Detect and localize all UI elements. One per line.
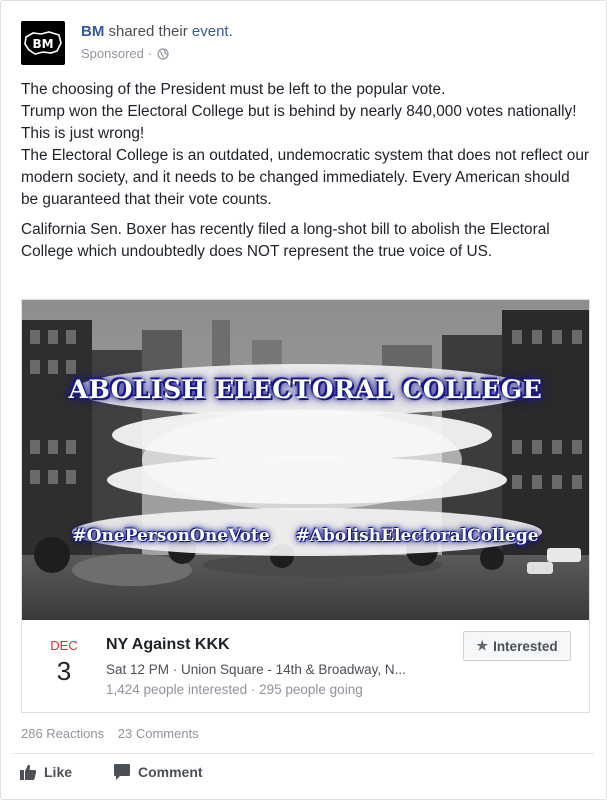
event-title-link[interactable]: NY Against KKK (106, 636, 230, 654)
image-hashtags: #OnePersonOneVote #AbolishElectoralColle… (22, 526, 589, 546)
comment-label: Comment (138, 764, 203, 780)
event-card[interactable]: ABOLISH ELECTORAL COLLEGE #OnePersonOneV… (21, 299, 590, 713)
post-author-line: BM shared their event. (81, 23, 233, 40)
globe-icon[interactable] (157, 48, 170, 60)
like-button[interactable]: Like (19, 763, 72, 781)
svg-text:BM: BM (32, 37, 53, 51)
interested-button[interactable]: ★ Interested (463, 631, 571, 661)
sponsored-line: Sponsored · (81, 46, 170, 61)
event-date-month: DEC (50, 638, 78, 653)
post-paragraph: The Electoral College is an outdated, un… (21, 147, 590, 208)
separator-dot: · (147, 46, 152, 61)
hashtag-two: #AbolishElectoralCollege (295, 526, 539, 546)
post-body: The choosing of the President must be le… (21, 79, 591, 263)
union-square-photo (22, 300, 589, 620)
comment-button[interactable]: Comment (113, 763, 203, 781)
thumbs-up-icon (20, 764, 37, 780)
engagement-summary: 286 Reactions 23 Comments (21, 726, 199, 741)
event-attendance: 1,424 people interested · 295 people goi… (106, 682, 363, 697)
image-title-text: ABOLISH ELECTORAL COLLEGE (68, 375, 543, 404)
sponsored-label[interactable]: Sponsored (81, 46, 144, 61)
event-cover-image[interactable]: ABOLISH ELECTORAL COLLEGE #OnePersonOneV… (22, 300, 589, 620)
event-time-location: Sat 12 PM · Union Square - 14th & Broadw… (106, 662, 406, 677)
page-name-link[interactable]: BM (81, 23, 104, 40)
post-header: BM BM shared their event. Sponsored · (21, 19, 581, 69)
reactions-count[interactable]: 286 Reactions (21, 726, 104, 741)
post-card: BM BM shared their event. Sponsored · Th… (0, 0, 607, 800)
event-link[interactable]: event. (192, 23, 233, 40)
bm-logo-icon: BM (24, 31, 62, 55)
actions-divider (13, 753, 594, 754)
post-paragraph: The choosing of the President must be le… (21, 81, 446, 98)
post-paragraph: California Sen. Boxer has recently filed… (21, 221, 550, 260)
shared-text: shared their (108, 23, 188, 40)
page-avatar[interactable]: BM (21, 21, 65, 65)
event-date-day: 3 (56, 656, 72, 686)
post-paragraph: Trump won the Electoral College but is b… (21, 103, 577, 142)
like-label: Like (44, 764, 73, 780)
comments-count[interactable]: 23 Comments (118, 726, 199, 741)
hashtag-one: #OnePersonOneVote (72, 526, 270, 546)
speech-bubble-icon (114, 764, 130, 780)
star-icon: ★ (476, 638, 489, 653)
interested-label: Interested (493, 638, 558, 654)
